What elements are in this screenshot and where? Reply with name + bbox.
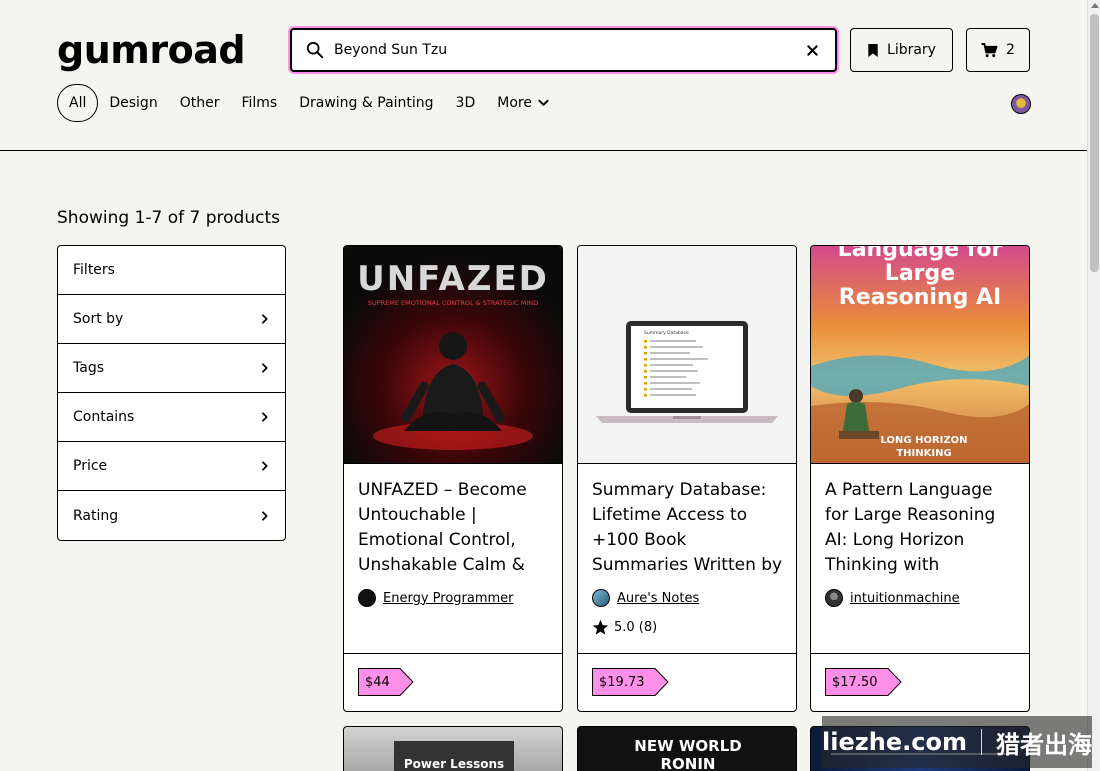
- product-title[interactable]: A Pattern Language for Large Reasoning A…: [825, 478, 1017, 578]
- cart-count: 2: [1006, 42, 1015, 58]
- category-nav: All Design Other Films Drawing & Paintin…: [57, 84, 560, 122]
- chevron-right-icon: [262, 412, 268, 422]
- search-input[interactable]: [334, 35, 805, 65]
- product-card[interactable]: Language for Large Reasoning AI LONG HOR…: [810, 245, 1030, 712]
- product-thumbnail[interactable]: NEW WORLD RONIN: [618, 737, 758, 771]
- product-thumbnail[interactable]: Language for Large Reasoning AI LONG HOR…: [811, 246, 1029, 464]
- nav-item-films[interactable]: Films: [230, 84, 288, 122]
- seller-link[interactable]: Energy Programmer: [358, 589, 514, 607]
- cover-title: Power Lessons: [403, 757, 505, 771]
- cover-title: Language for Large Reasoning AI: [837, 246, 1003, 310]
- filter-label: Filters: [73, 262, 115, 278]
- price-tag: $19.73: [592, 668, 669, 696]
- nav-more-label: More: [497, 95, 532, 111]
- cart-button[interactable]: 2: [966, 28, 1030, 72]
- filter-row-tags[interactable]: Tags: [58, 344, 285, 393]
- seller-avatar: [358, 589, 376, 607]
- nav-item-design[interactable]: Design: [98, 84, 168, 122]
- page-scrollbar[interactable]: [1087, 0, 1100, 771]
- product-card[interactable]: Power Lessons: [343, 726, 563, 771]
- filter-row-price[interactable]: Price: [58, 442, 285, 491]
- filter-label: Sort by: [73, 311, 124, 327]
- product-thumbnail[interactable]: UNFAZED SUPREME EMOTIONAL CONTROL & STRA…: [344, 246, 562, 464]
- scrollbar-thumb[interactable]: [1090, 14, 1099, 272]
- scroll-up-arrow[interactable]: [1091, 3, 1099, 8]
- chevron-down-icon: [538, 99, 549, 106]
- price-value: $19.73: [592, 668, 651, 696]
- price-row: $44: [344, 653, 562, 711]
- price-value: $44: [358, 668, 396, 696]
- product-rating: 5.0 (8): [592, 619, 657, 636]
- filter-row-sort-by[interactable]: Sort by: [58, 295, 285, 344]
- filter-label: Tags: [73, 360, 104, 376]
- search-icon: [306, 41, 324, 59]
- library-label: Library: [887, 42, 936, 58]
- price-value: $17.50: [825, 668, 884, 696]
- nav-item-other[interactable]: Other: [169, 84, 231, 122]
- cover-title: UNFAZED: [357, 259, 549, 299]
- nav-item-all[interactable]: All: [57, 84, 99, 122]
- cover-screen-title: Summary Database: [644, 330, 689, 336]
- product-card[interactable]: Summary Database Summary Database: Lifet…: [577, 245, 797, 712]
- seller-link[interactable]: Aure's Notes: [592, 589, 699, 607]
- product-card[interactable]: NEW WORLD RONIN: [577, 726, 797, 771]
- seller-name: Aure's Notes: [617, 590, 700, 606]
- clear-search-icon[interactable]: [805, 43, 819, 57]
- cart-icon: [981, 42, 998, 57]
- cover-title: NEW WORLD RONIN: [634, 737, 742, 771]
- product-title[interactable]: UNFAZED – Become Untouchable | Emotional…: [358, 478, 550, 578]
- user-avatar[interactable]: [1011, 94, 1031, 114]
- seller-avatar: [592, 589, 610, 607]
- filter-row-filters[interactable]: Filters: [58, 246, 285, 295]
- watermark-overlay: liezhe.com 猎者出海: [822, 716, 1092, 768]
- rating-value: 5.0 (8): [614, 620, 658, 635]
- chevron-right-icon: [262, 314, 268, 324]
- cover-subtitle: LONG HORIZON THINKING: [880, 435, 968, 459]
- seller-name: Energy Programmer: [383, 590, 514, 606]
- price-row: $17.50: [811, 653, 1029, 711]
- nav-item-3d[interactable]: 3D: [445, 84, 487, 122]
- price-tag: $44: [358, 668, 414, 696]
- nav-item-more[interactable]: More: [486, 84, 560, 122]
- filter-label: Price: [73, 458, 108, 474]
- cover-subtitle: SUPREME EMOTIONAL CONTROL & STRATEGIC MI…: [368, 299, 538, 307]
- watermark-left: liezhe.com: [822, 728, 967, 756]
- results-count: Showing 1-7 of 7 products: [57, 208, 280, 228]
- bookmark-icon: [868, 43, 878, 57]
- seller-avatar: [825, 589, 843, 607]
- product-card[interactable]: UNFAZED SUPREME EMOTIONAL CONTROL & STRA…: [343, 245, 563, 712]
- product-thumbnail[interactable]: Summary Database: [578, 246, 796, 464]
- filter-row-contains[interactable]: Contains: [58, 393, 285, 442]
- chevron-right-icon: [262, 363, 268, 373]
- filter-row-rating[interactable]: Rating: [58, 491, 285, 540]
- seller-name: intuitionmachine: [850, 590, 960, 606]
- gumroad-logo[interactable]: gumroad: [57, 28, 246, 72]
- chevron-right-icon: [262, 510, 268, 521]
- library-button[interactable]: Library: [850, 28, 953, 72]
- product-title[interactable]: Summary Database: Lifetime Access to +10…: [592, 478, 784, 578]
- filter-label: Contains: [73, 409, 135, 425]
- chevron-right-icon: [262, 461, 268, 471]
- star-icon: [592, 619, 609, 635]
- product-thumbnail[interactable]: Power Lessons: [394, 741, 514, 771]
- price-row: $19.73: [578, 653, 796, 711]
- seller-link[interactable]: intuitionmachine: [825, 589, 960, 607]
- price-tag: $17.50: [825, 668, 902, 696]
- filter-label: Rating: [73, 507, 119, 524]
- watermark-right: 猎者出海: [995, 730, 1092, 759]
- watermark-divider: [980, 729, 982, 755]
- filter-panel: Filters Sort by Tags Contains Price Rati…: [57, 245, 286, 541]
- search-bar[interactable]: [290, 28, 837, 72]
- nav-item-drawing-painting[interactable]: Drawing & Painting: [288, 84, 444, 122]
- site-header: gumroad Library 2 All Design: [0, 0, 1087, 151]
